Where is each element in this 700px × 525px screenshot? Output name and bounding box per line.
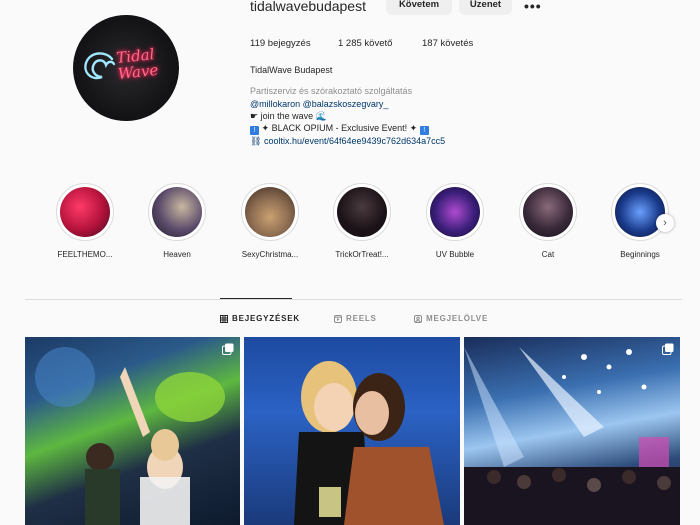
tab-posts-label: BEJEGYZÉSEK: [232, 314, 300, 323]
post-thumbnail[interactable]: [464, 337, 680, 525]
tab-reels[interactable]: REELS: [334, 314, 377, 323]
wave-icon: 🌊: [315, 111, 327, 121]
highlight-thumbnail: [615, 187, 665, 237]
bio-event-text: BLACK OPIUM - Exclusive Event!: [271, 123, 408, 133]
highlight-label: Cat: [541, 250, 555, 259]
bio-link[interactable]: ⛓ cooltix.hu/event/64f64ee9439c762d634a7…: [250, 136, 445, 147]
bio-wave-text: join the wave: [260, 111, 314, 121]
highlight-label: Beginnings: [620, 250, 660, 259]
highlight-ring: [519, 183, 577, 241]
highlight-ring: [56, 183, 114, 241]
following-button[interactable]: Követem: [386, 0, 452, 15]
sparkle-icon: ✦: [409, 123, 418, 133]
highlight-item[interactable]: TrickOrTreat!...: [333, 183, 391, 259]
pointing-hand-icon: ☛: [250, 111, 259, 121]
highlight-thumbnail: [245, 187, 295, 237]
highlight-label: TrickOrTreat!...: [335, 250, 389, 259]
tab-tagged-label: MEGJELÖLVE: [426, 314, 489, 323]
highlight-thumbnail: [152, 187, 202, 237]
link-icon: ⛓: [250, 136, 262, 146]
highlight-ring: [333, 183, 391, 241]
grid-icon: [220, 314, 228, 323]
highlight-item[interactable]: FEELTHEMO...: [56, 183, 114, 259]
multiple-posts-icon: [222, 343, 234, 355]
bio-category: Partiszerviz és szórakoztató szolgáltatá…: [250, 86, 413, 96]
message-button[interactable]: Üzenet: [459, 0, 512, 15]
sparkle-icon: ✦: [261, 123, 270, 133]
bio-name: TidalWave Budapest: [250, 65, 333, 75]
highlight-thumbnail: [523, 187, 573, 237]
highlight-item[interactable]: SexyChristma...: [241, 183, 299, 259]
bio-wave-line: ☛ join the wave 🌊: [250, 111, 327, 122]
bio-link-text[interactable]: cooltix.hu/event/64f64ee9439c762d634a7cc…: [264, 136, 445, 146]
posts-count: 119 bejegyzés: [250, 38, 311, 49]
highlight-label: UV Bubble: [435, 250, 475, 259]
post-image: [464, 347, 680, 525]
chevron-right-icon[interactable]: ›: [656, 214, 674, 232]
highlight-item[interactable]: Cat: [519, 183, 577, 259]
highlight-item[interactable]: Beginnings: [611, 183, 669, 259]
tagged-user-icon: [414, 314, 422, 323]
post-image: [35, 347, 225, 525]
logo-text: Tidal Wave: [115, 45, 160, 83]
highlight-ring: [611, 183, 669, 241]
wave-logo-icon: [84, 52, 116, 80]
tab-reels-label: REELS: [346, 314, 377, 323]
post-image: [294, 361, 444, 525]
more-horizontal-icon[interactable]: •••: [524, 0, 542, 14]
highlight-thumbnail: [430, 187, 480, 237]
profile-username: tidalwavebudapest: [250, 0, 366, 14]
highlight-ring: [241, 183, 299, 241]
info-box-icon: !: [250, 126, 259, 135]
tabs-divider: [25, 299, 682, 300]
highlight-item[interactable]: Heaven: [148, 183, 206, 259]
tab-tagged[interactable]: MEGJELÖLVE: [414, 314, 488, 323]
highlight-ring: [148, 183, 206, 241]
highlight-label: Heaven: [163, 250, 191, 259]
highlight-thumbnail: [60, 187, 110, 237]
highlight-label: FEELTHEMO...: [57, 250, 113, 259]
followers-count[interactable]: 1 285 követő: [338, 38, 392, 49]
active-tab-indicator: [220, 298, 292, 299]
info-box-icon: !: [419, 126, 429, 135]
multiple-posts-icon: [662, 343, 674, 355]
reels-icon: [334, 314, 342, 323]
tab-posts[interactable]: BEJEGYZÉSEK: [220, 314, 300, 323]
post-thumbnail[interactable]: [244, 337, 460, 525]
following-count[interactable]: 187 követés: [422, 38, 473, 49]
highlight-label: SexyChristma...: [241, 250, 299, 259]
bio-mentions[interactable]: @millokaron @balazskoszegvary_: [250, 99, 388, 109]
bio-event-line: ! ✦ BLACK OPIUM - Exclusive Event! ✦ !: [250, 123, 429, 135]
post-thumbnail[interactable]: [25, 337, 240, 525]
profile-avatar[interactable]: Tidal Wave: [73, 15, 179, 121]
highlight-thumbnail: [337, 187, 387, 237]
highlight-item[interactable]: UV Bubble: [426, 183, 484, 259]
highlight-ring: [426, 183, 484, 241]
